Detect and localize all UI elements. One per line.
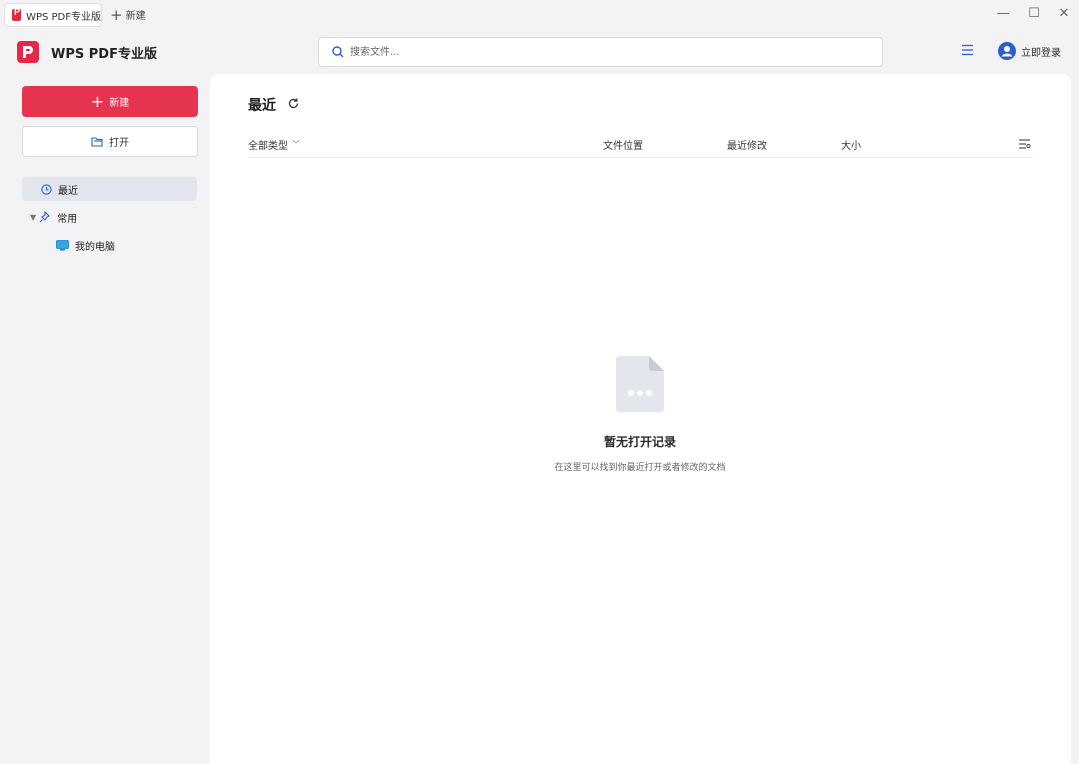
title-bar: WPS PDF专业版 + 新建 — ☐ ✕	[0, 0, 1079, 30]
empty-state-title: 暂无打开记录	[603, 435, 676, 449]
folder-open-icon	[91, 137, 103, 147]
open-button[interactable]: 打开	[22, 126, 198, 157]
search-bar[interactable]	[318, 37, 883, 67]
new-tab-label: 新建	[125, 11, 146, 22]
chevron-down-icon: ﹀	[292, 140, 300, 149]
close-button[interactable]: ✕	[1055, 6, 1073, 21]
tab-label: WPS PDF专业版	[26, 11, 101, 23]
search-input[interactable]	[348, 45, 852, 59]
main-panel	[210, 74, 1071, 764]
minimize-button[interactable]: —	[994, 6, 1012, 21]
menu-icon[interactable]	[961, 44, 974, 56]
sidebar-item-my-computer[interactable]: 我的电脑	[22, 233, 197, 257]
maximize-button[interactable]: ☐	[1025, 6, 1043, 21]
open-button-label: 打开	[109, 138, 129, 149]
new-tab-button[interactable]: + 新建	[110, 7, 146, 22]
app-title: WPS PDF专业版	[51, 47, 157, 62]
login-label: 立即登录	[1021, 47, 1061, 59]
empty-state-subtitle: 在这里可以找到你最近打开或者修改的文档	[554, 463, 726, 473]
file-type-filter[interactable]: 全部类型 ﹀	[248, 137, 300, 152]
monitor-icon	[56, 239, 69, 250]
expand-arrow-icon[interactable]: ▼	[30, 213, 36, 222]
sidebar-item-common[interactable]: ▼ 常用	[22, 205, 197, 229]
clock-icon	[41, 183, 52, 195]
sidebar-item-label: 常用	[57, 213, 78, 225]
pin-icon	[39, 211, 51, 223]
column-header-modified[interactable]: 最近修改	[727, 137, 767, 152]
search-icon	[332, 46, 344, 58]
column-header-location[interactable]: 文件位置	[603, 137, 643, 152]
document-tab[interactable]: WPS PDF专业版	[4, 3, 102, 27]
login-button[interactable]: 立即登录	[997, 41, 1061, 61]
sidebar-item-label: 最近	[58, 185, 78, 197]
app-logo-icon	[17, 41, 39, 63]
new-button-label: 新建	[109, 98, 130, 109]
header-divider	[248, 157, 1033, 158]
plus-icon: +	[90, 91, 105, 111]
new-button[interactable]: + 新建	[22, 86, 198, 117]
file-type-label: 全部类型	[248, 141, 288, 152]
sidebar-item-label: 我的电脑	[75, 241, 115, 253]
plus-icon: +	[110, 5, 123, 24]
page-title: 最近	[248, 98, 276, 114]
avatar-icon	[998, 42, 1016, 60]
wps-pdf-logo-icon	[12, 7, 22, 21]
sidebar-item-recent[interactable]: 最近	[22, 177, 197, 201]
column-header-size[interactable]: 大小	[841, 137, 861, 152]
refresh-icon[interactable]	[287, 97, 300, 110]
empty-document-icon	[616, 356, 664, 412]
column-settings-icon[interactable]	[1018, 138, 1031, 150]
